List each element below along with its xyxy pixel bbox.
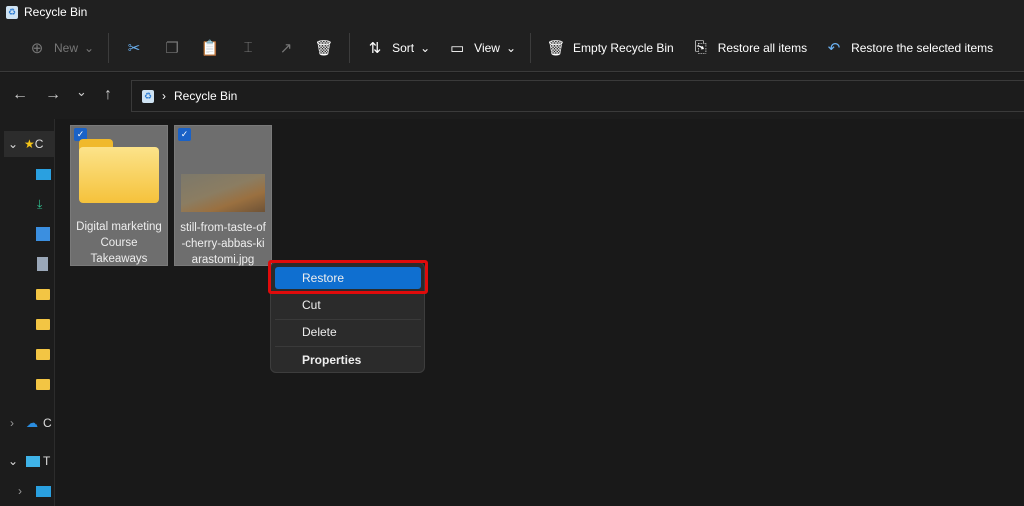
menu-item-cut[interactable]: Cut [275, 292, 421, 318]
item-name: still-from-taste-of-cherry-abbas-kiarast… [180, 222, 266, 266]
address-bar[interactable]: ♻ › Recycle Bin [131, 80, 1024, 112]
checkbox-checked[interactable]: ✓ [178, 128, 191, 141]
rename-icon: ⌶ [243, 39, 253, 56]
breadcrumb[interactable]: Recycle Bin [174, 89, 237, 103]
recycle-bin-icon: ♻ [142, 89, 154, 103]
rename-button[interactable]: ⌶ [229, 31, 267, 65]
sidebar-item-downloads[interactable]: ⤓ [4, 191, 54, 217]
copy-icon: ❐ [165, 39, 179, 57]
sidebar-item-folder[interactable] [4, 281, 54, 307]
divider [530, 32, 532, 63]
sidebar-item-folder[interactable] [4, 311, 54, 337]
plus-circle-icon: ⊕ [30, 39, 44, 57]
view-icon: ▭ [450, 39, 465, 57]
chevron-down-icon: ⌄ [420, 40, 431, 55]
sidebar-item-pictures[interactable] [4, 221, 54, 247]
menu-item-properties[interactable]: Properties [275, 347, 421, 373]
share-icon: ↗ [279, 39, 293, 57]
sort-button[interactable]: ⇅ Sort ⌄ [356, 31, 438, 65]
folder-icon [36, 318, 50, 330]
recent-locations-button[interactable]: ⌄ [76, 84, 87, 100]
sort-icon: ⇅ [368, 39, 382, 57]
menu-item-delete[interactable]: Delete [275, 319, 421, 345]
navigation-pane: ⌄ ★ C ⤓ › ☁ C ⌄ T › [0, 119, 55, 506]
restore-all-icon: ⎘ [694, 39, 707, 56]
sidebar-item-desktop[interactable] [4, 161, 54, 187]
chevron-down-icon: ⌄ [505, 40, 517, 55]
title-bar: ♻ Recycle Bin [0, 0, 1024, 24]
folder-icon [36, 378, 50, 390]
restore-selected-button[interactable]: ↶ Restore the selected items [815, 31, 1001, 65]
star-icon: ★ [24, 137, 35, 151]
image-thumbnail [181, 174, 265, 212]
copy-button[interactable]: ❐ [153, 31, 191, 65]
chevron-down-icon: ⌄ [84, 40, 95, 55]
folder-icon [36, 348, 50, 360]
cloud-icon: ☁ [26, 416, 38, 430]
divider [108, 32, 110, 63]
sidebar-item-this-pc[interactable]: ⌄ T [4, 448, 54, 474]
divider [349, 32, 351, 63]
delete-button[interactable]: 🗑 [305, 31, 343, 65]
chevron-right-icon: › [18, 484, 22, 498]
chevron-right-icon: › [10, 416, 14, 430]
desktop-icon [36, 168, 51, 180]
window-title: Recycle Bin [24, 5, 88, 19]
pictures-icon [36, 227, 50, 241]
undo-icon: ↶ [827, 39, 841, 57]
document-icon [37, 257, 48, 271]
item-name: Digital marketing Course Takeaways [76, 221, 162, 265]
chevron-down-icon: ⌄ [8, 454, 19, 468]
recycle-bin-icon: ♻ [6, 5, 18, 19]
file-item-folder[interactable]: ✓ Digital marketing Course Takeaways [70, 125, 168, 266]
file-item-image[interactable]: ✓ still-from-taste-of-cherry-abbas-kiara… [174, 125, 272, 266]
scissors-icon: ✂ [127, 39, 141, 57]
trash-icon: 🗑 [314, 39, 334, 57]
up-button[interactable]: ↑ [104, 86, 112, 104]
empty-recycle-bin-button[interactable]: 🗑 Empty Recycle Bin [537, 31, 682, 65]
sidebar-item-onedrive[interactable]: › ☁ C [4, 410, 54, 436]
computer-icon [26, 455, 40, 467]
folder-icon [36, 288, 50, 300]
back-button[interactable]: ← [12, 86, 28, 104]
new-button[interactable]: ⊕ New ⌄ [18, 31, 102, 65]
sidebar-item-folder[interactable] [4, 341, 54, 367]
sidebar-item-quick-access[interactable]: ⌄ ★ C [4, 131, 54, 157]
download-icon: ⤓ [37, 196, 43, 211]
share-button[interactable]: ↗ [267, 31, 305, 65]
folder-icon [79, 139, 159, 203]
view-button[interactable]: ▭ View ⌄ [438, 31, 524, 65]
sidebar-item-documents[interactable] [4, 251, 54, 277]
restore-all-button[interactable]: ⎘ Restore all items [682, 31, 815, 65]
trash-icon: 🗑 [546, 39, 566, 57]
cut-button[interactable]: ✂ [115, 31, 153, 65]
toolbar: ⊕ New ⌄ ✂ ❐ 📋 ⌶ ↗ 🗑 ⇅ Sort ⌄ ▭ View ⌄ 🗑 Empty R… [0, 24, 1024, 72]
forward-button[interactable]: → [45, 86, 61, 104]
chevron-down-icon: ⌄ [8, 137, 19, 151]
paste-icon: 📋 [200, 39, 220, 57]
sidebar-item-folder[interactable] [4, 371, 54, 397]
paste-button[interactable]: 📋 [191, 31, 229, 65]
sidebar-item-desktop-pc[interactable]: › [4, 478, 54, 504]
desktop-icon [36, 485, 51, 497]
breadcrumb-chevron-icon: › [162, 89, 166, 103]
highlight-annotation [268, 260, 428, 294]
